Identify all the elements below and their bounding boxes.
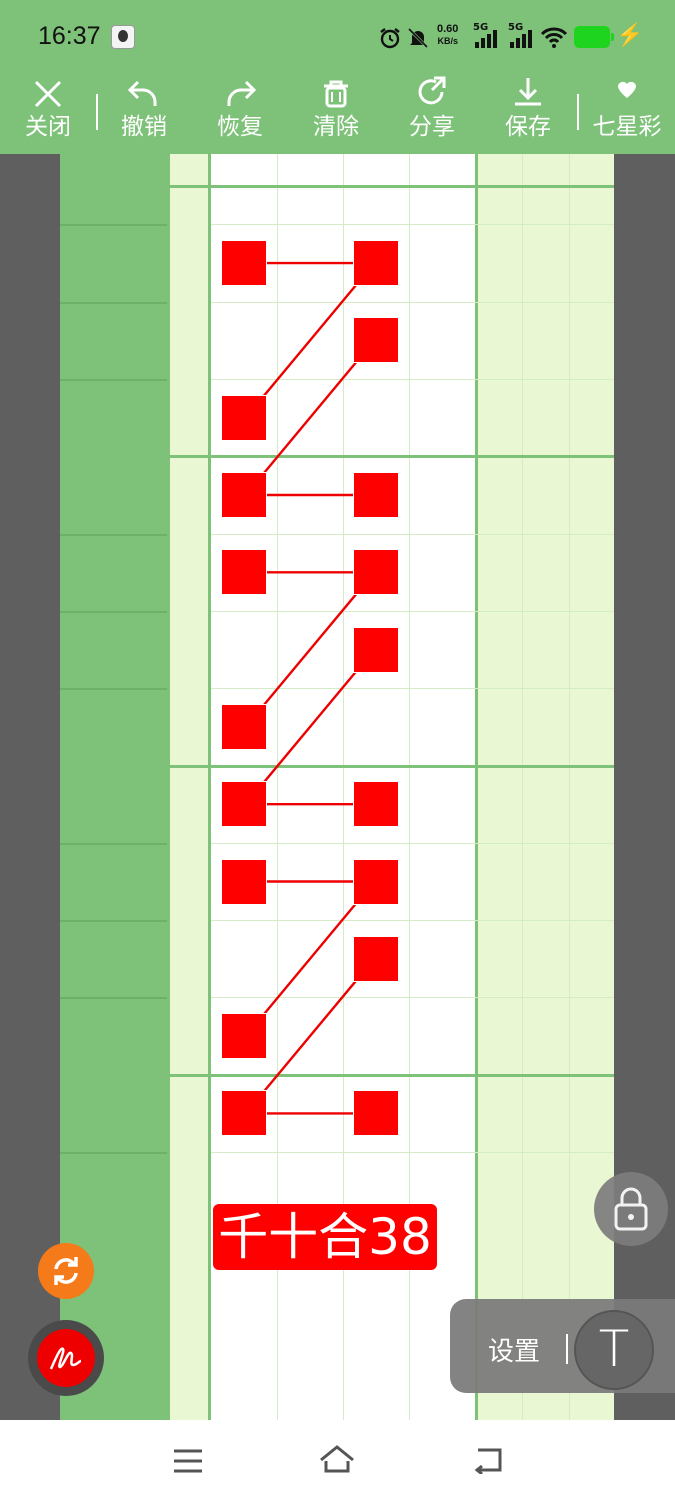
highlight-box[interactable] <box>353 472 399 518</box>
highlight-box[interactable] <box>353 240 399 287</box>
highlight-box[interactable] <box>221 394 267 441</box>
highlight-box[interactable] <box>353 781 399 828</box>
result-label: 千十合38 <box>213 1204 437 1270</box>
highlight-box[interactable] <box>221 472 267 518</box>
highlight-box[interactable] <box>221 1090 267 1137</box>
highlight-box[interactable] <box>221 549 267 596</box>
settings-divider <box>566 1334 568 1364</box>
highlight-box[interactable] <box>221 703 267 750</box>
highlight-box[interactable] <box>353 626 399 673</box>
text-tool-button[interactable]: T <box>574 1310 654 1390</box>
pen-button-face <box>37 1329 95 1387</box>
menu-icon[interactable] <box>172 1448 204 1474</box>
refresh-button[interactable] <box>38 1243 94 1299</box>
highlight-box[interactable] <box>353 1090 399 1137</box>
highlight-box[interactable] <box>353 935 399 982</box>
highlight-box[interactable] <box>221 858 267 905</box>
highlight-box[interactable] <box>221 1013 267 1060</box>
home-icon[interactable] <box>318 1444 356 1474</box>
text-tool-icon: T <box>598 1320 630 1378</box>
lock-button[interactable] <box>594 1172 668 1246</box>
pattern-lines <box>263 261 357 1115</box>
lock-icon <box>614 1187 648 1231</box>
highlight-box[interactable] <box>353 317 399 364</box>
system-nav-bar <box>0 1420 675 1500</box>
refresh-icon <box>54 1257 78 1285</box>
settings-button[interactable]: 设置 <box>488 1331 540 1368</box>
pen-signature-icon <box>49 1347 82 1370</box>
pen-button[interactable] <box>28 1320 104 1396</box>
back-icon[interactable] <box>472 1446 504 1474</box>
highlight-box[interactable] <box>353 549 399 596</box>
highlight-box[interactable] <box>353 858 399 905</box>
highlight-box[interactable] <box>221 240 267 287</box>
highlight-box[interactable] <box>221 781 267 828</box>
